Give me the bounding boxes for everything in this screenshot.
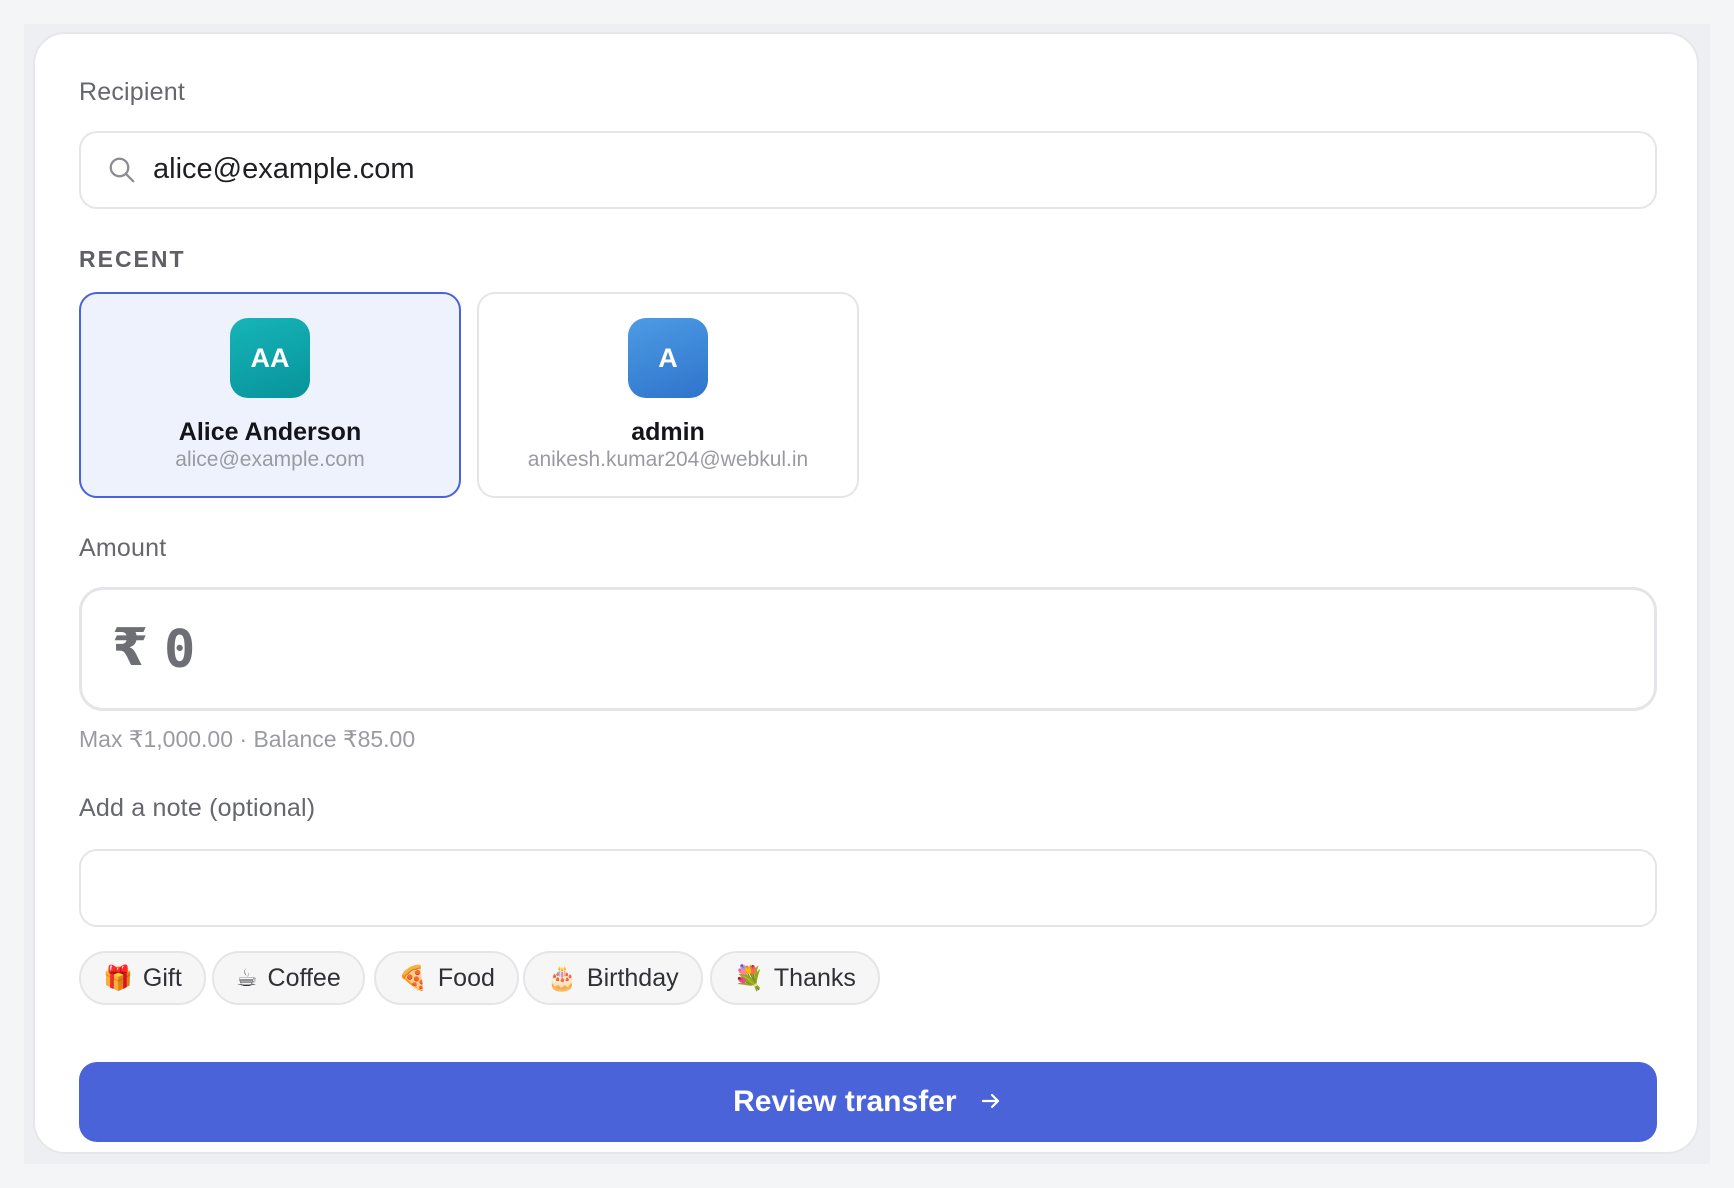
pizza-icon: 🍕 xyxy=(398,964,428,992)
recent-section-caption: RECENT xyxy=(79,246,186,272)
contact-name: admin xyxy=(631,418,705,446)
quick-note-chip-coffee[interactable]: ☕ Coffee xyxy=(212,951,365,1005)
chip-label: Coffee xyxy=(267,964,341,992)
quick-note-chip-birthday[interactable]: 🎂 Birthday xyxy=(523,951,703,1005)
coffee-icon: ☕ xyxy=(236,964,258,992)
review-transfer-label: Review transfer xyxy=(733,1085,957,1118)
arrow-right-icon xyxy=(981,1093,999,1109)
cake-icon: 🎂 xyxy=(547,964,577,992)
chip-label: Birthday xyxy=(586,964,679,992)
transfer-form-card: Recipient alice@example.com RECENT AA Al… xyxy=(33,32,1699,1154)
recipient-search-input[interactable]: alice@example.com xyxy=(79,131,1657,209)
note-input[interactable] xyxy=(79,849,1657,927)
recipient-search-value: alice@example.com xyxy=(153,153,415,185)
gift-icon: 🎁 xyxy=(103,964,133,992)
amount-value: 0 xyxy=(164,620,196,680)
avatar: AA xyxy=(230,318,310,398)
chip-label: Gift xyxy=(142,964,182,992)
amount-helper-text: Max ₹1,000.00 · Balance ₹85.00 xyxy=(79,726,416,752)
quick-note-chip-thanks[interactable]: 💐 Thanks xyxy=(710,951,880,1005)
recent-contact-card-alice[interactable]: AA Alice Anderson alice@example.com xyxy=(79,292,461,498)
amount-input[interactable]: ₹ 0 xyxy=(79,587,1657,711)
review-transfer-button[interactable]: Review transfer xyxy=(79,1062,1657,1142)
avatar: A xyxy=(628,318,708,398)
search-icon xyxy=(109,157,135,183)
chip-label: Thanks xyxy=(773,964,856,992)
bouquet-icon: 💐 xyxy=(734,964,764,992)
chip-label: Food xyxy=(437,964,495,992)
amount-label: Amount xyxy=(79,534,167,562)
currency-symbol: ₹ xyxy=(112,619,149,677)
recent-contact-card-admin[interactable]: A admin anikesh.kumar204@webkul.in xyxy=(477,292,859,498)
quick-note-chip-food[interactable]: 🍕 Food xyxy=(374,951,519,1005)
contact-email: alice@example.com xyxy=(175,448,365,471)
quick-note-chip-gift[interactable]: 🎁 Gift xyxy=(79,951,206,1005)
note-label: Add a note (optional) xyxy=(79,794,316,822)
recipient-label: Recipient xyxy=(79,78,186,106)
contact-email: anikesh.kumar204@webkul.in xyxy=(527,448,809,471)
contact-name: Alice Anderson xyxy=(178,418,362,446)
